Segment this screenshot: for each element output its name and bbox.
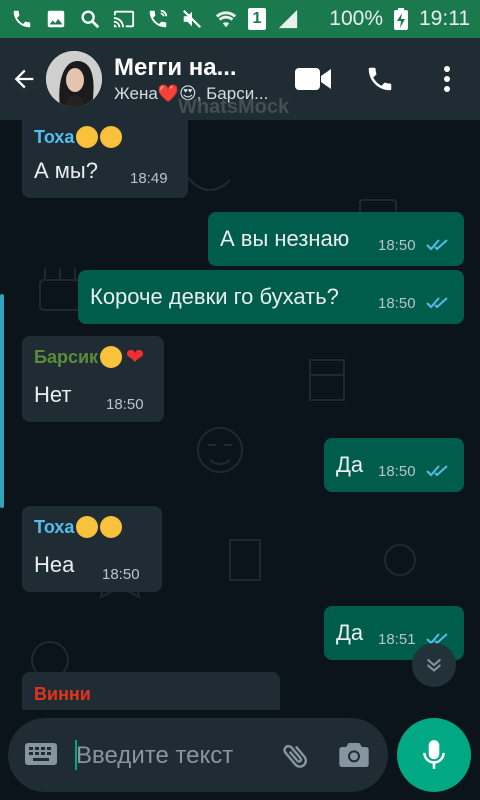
message-placeholder: Введите текст (76, 742, 234, 769)
more-options-button[interactable] (422, 38, 472, 120)
signal-icon (276, 7, 300, 31)
video-call-button[interactable] (288, 38, 338, 120)
message-bubble[interactable]: Винни (22, 672, 280, 710)
message-time: 18:50 (378, 295, 416, 312)
watermark: WhatsMock (178, 96, 290, 118)
message-bubble[interactable]: Тоха Неа 18:50 (22, 506, 162, 592)
back-arrow-icon (14, 69, 34, 89)
message-text: А мы? (34, 158, 98, 183)
message-time: 18:50 (378, 463, 416, 480)
message-text: Нет (34, 382, 72, 407)
message-bubble[interactable]: Барсик ❤ Нет 18:50 (22, 336, 164, 422)
chat-area[interactable]: Тоха А мы? 18:49 А вы незнаю 18:50 Короч… (0, 120, 480, 710)
battery-charging-icon (389, 7, 413, 31)
status-bar: 1 100% 19:11 (0, 0, 480, 38)
message-time: 18:50 (102, 566, 140, 583)
gallery-icon (44, 7, 68, 31)
clock: 19:11 (419, 7, 470, 30)
composer: Введите текст (0, 710, 480, 800)
message-bubble[interactable]: А вы незнаю 18:50 (208, 212, 464, 266)
sender-name: Барсик (34, 346, 99, 367)
double-check-icon (426, 297, 448, 309)
message-time: 18:50 (378, 237, 416, 254)
double-check-icon (426, 465, 448, 477)
microphone-icon (423, 740, 445, 769)
avatar[interactable] (46, 51, 102, 107)
sender-name: Винни (34, 684, 91, 704)
sim-number: 1 (252, 10, 262, 27)
wifi-calling-icon (146, 7, 170, 31)
phone-call-icon (368, 67, 392, 91)
back-button[interactable] (4, 49, 44, 109)
sender-row: Тоха (34, 126, 176, 148)
sender-row: Тоха (34, 516, 150, 538)
message-text: Да (336, 452, 364, 477)
cast-icon (112, 7, 136, 31)
message-text: Да (336, 620, 364, 645)
voice-call-button[interactable] (355, 38, 405, 120)
sim-icon: 1 (248, 8, 266, 30)
camera-button[interactable] (338, 740, 370, 775)
battery-percent: 100% (329, 7, 383, 30)
chat-title: Мегги на... (114, 54, 237, 81)
keyboard-icon[interactable] (24, 742, 58, 773)
kissing-face-icon (76, 126, 99, 148)
message-text: Неа (34, 552, 75, 577)
scroll-to-bottom-button[interactable] (412, 643, 456, 687)
heart-icon: ❤ (125, 344, 145, 369)
message-text: А вы незнаю (220, 226, 350, 251)
double-chevron-down-icon (426, 658, 442, 672)
wifi-icon (214, 7, 238, 31)
search-icon (78, 7, 102, 31)
message-time: 18:50 (106, 396, 144, 413)
selection-indicator (0, 294, 4, 508)
sender-name: Тоха (34, 516, 75, 537)
sender-row: Барсик ❤ (34, 346, 152, 368)
sender-row: Винни (34, 684, 268, 705)
kissing-face-icon (76, 516, 99, 538)
message-bubble[interactable]: Короче девки го бухать? 18:50 (78, 270, 464, 324)
voice-record-button[interactable] (397, 718, 471, 792)
camera-icon (339, 743, 369, 767)
pensive-face-icon (100, 516, 123, 538)
angel-face-icon (100, 346, 123, 368)
double-check-icon (426, 239, 448, 251)
message-time: 18:51 (378, 631, 416, 648)
pensive-face-icon (100, 126, 123, 148)
message-bubble[interactable]: Да 18:50 (324, 438, 464, 492)
message-text: Короче девки го бухать? (90, 284, 339, 309)
phone-icon (10, 7, 34, 31)
sender-name: Тоха (34, 126, 75, 147)
video-camera-icon (295, 68, 331, 90)
message-time: 18:49 (130, 170, 168, 187)
paperclip-icon (283, 744, 308, 768)
kebab-menu-icon (444, 66, 450, 92)
attach-button[interactable] (280, 740, 312, 777)
message-bubble[interactable]: Тоха А мы? 18:49 (22, 120, 188, 198)
mute-icon (180, 7, 204, 31)
message-input[interactable]: Введите текст (8, 718, 388, 792)
